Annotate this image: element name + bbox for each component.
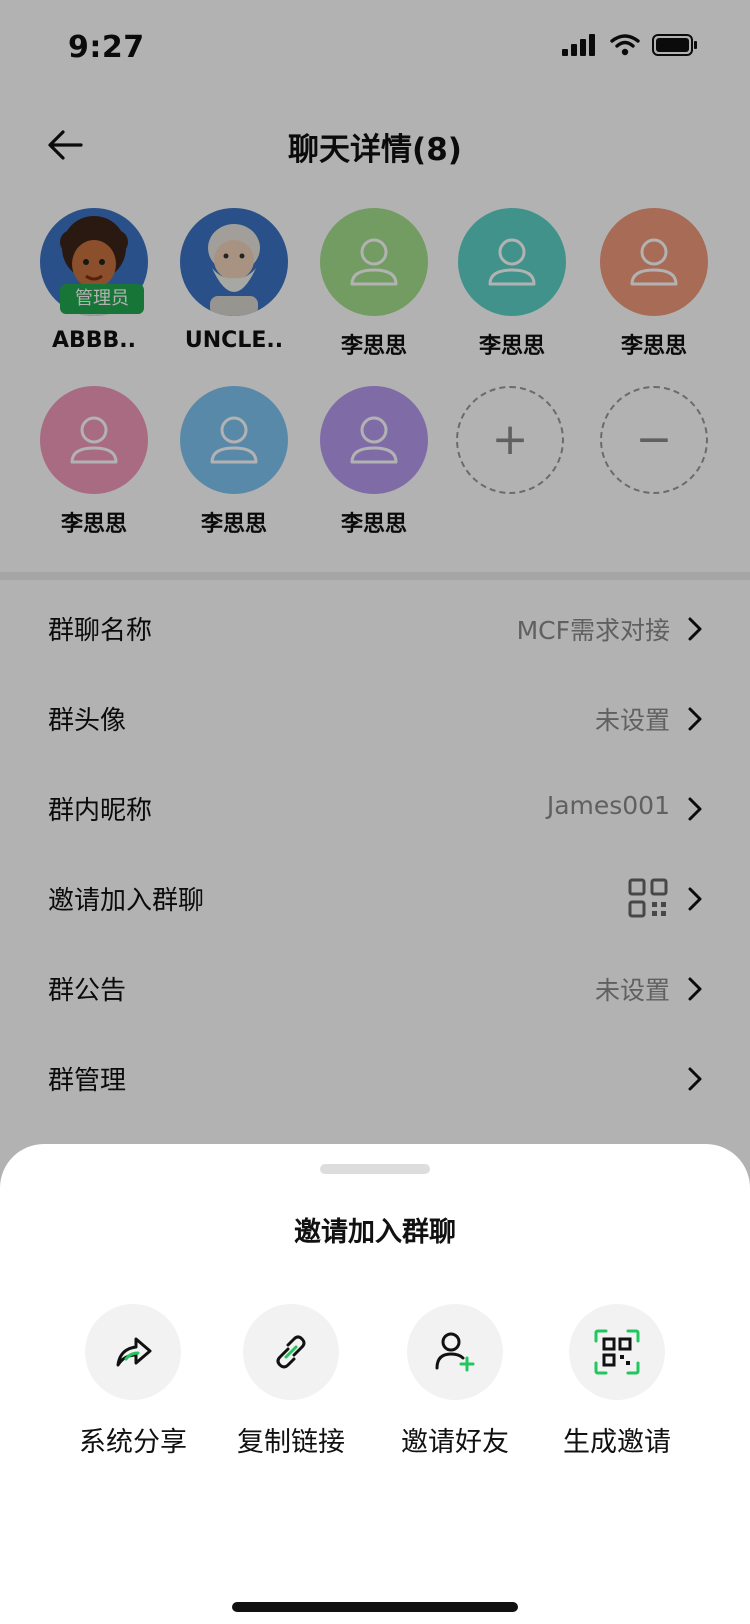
- sheet-drag-handle[interactable]: [320, 1164, 430, 1174]
- action-circle: [569, 1304, 665, 1400]
- copy-link-button[interactable]: 复制链接: [216, 1304, 366, 1458]
- add-friend-icon: [435, 1332, 475, 1372]
- action-label: 复制链接: [237, 1427, 345, 1458]
- invite-friend-button[interactable]: 邀请好友: [380, 1304, 530, 1458]
- link-icon: [276, 1335, 306, 1369]
- system-share-button[interactable]: 系统分享: [58, 1304, 208, 1458]
- share-actions: 系统分享 复制链接 邀请好友 生成邀请: [0, 1304, 750, 1464]
- action-label: 生成邀请: [563, 1427, 671, 1458]
- action-circle: [407, 1304, 503, 1400]
- action-label: 邀请好友: [401, 1427, 509, 1458]
- sheet-title: 邀请加入群聊: [294, 1217, 456, 1248]
- invite-bottom-sheet: 邀请加入群聊 系统分享 复制链接 邀请好友 生成邀请: [0, 1144, 750, 1624]
- home-indicator: [232, 1602, 518, 1612]
- qr-code-icon: [594, 1329, 640, 1375]
- generate-invite-button[interactable]: 生成邀请: [542, 1304, 692, 1458]
- share-icon: [116, 1337, 152, 1367]
- action-circle: [243, 1304, 339, 1400]
- action-label: 系统分享: [79, 1427, 187, 1458]
- action-circle: [85, 1304, 181, 1400]
